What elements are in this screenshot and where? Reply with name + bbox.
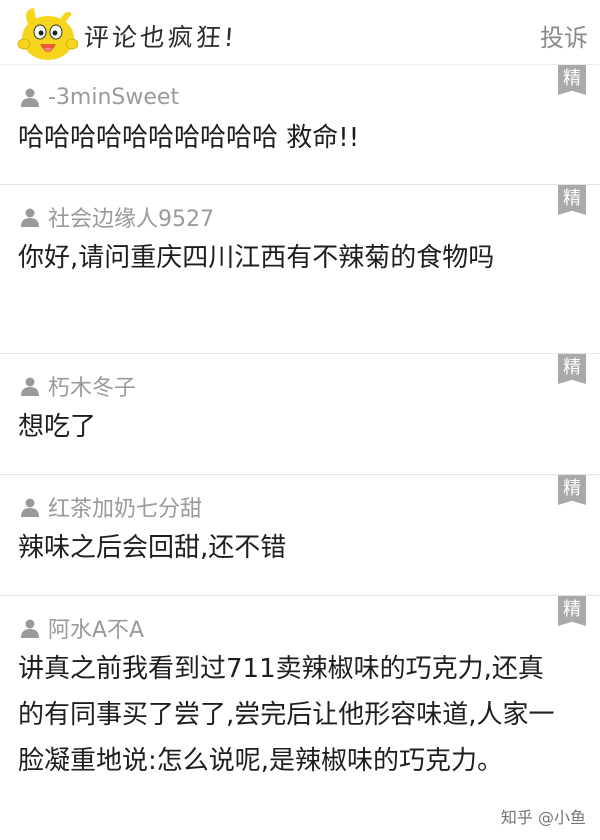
featured-badge: 精 bbox=[558, 354, 586, 384]
username[interactable]: -3minSweet bbox=[48, 85, 179, 110]
comment-text: 哈哈哈哈哈哈哈哈哈哈 救命!! bbox=[18, 123, 360, 153]
comment-text: 辣味之后会回甜,还不错 bbox=[18, 533, 287, 563]
user-icon bbox=[21, 88, 39, 107]
comment-list: 精 -3minSweet 哈哈哈哈哈哈哈哈哈哈 救命!! 精 社会边缘人9527… bbox=[0, 64, 600, 840]
report-button[interactable]: 投诉 bbox=[540, 18, 588, 53]
comment-item: 精 -3minSweet 哈哈哈哈哈哈哈哈哈哈 救命!! bbox=[0, 64, 600, 184]
comment-item: 精 社会边缘人9527 你好,请问重庆四川江西有不辣菊的食物吗 bbox=[0, 184, 600, 353]
username[interactable]: 朽木冬子 bbox=[48, 370, 136, 402]
comment-author: -3minSweet bbox=[18, 79, 586, 115]
page-title: 评论也疯狂! bbox=[82, 23, 238, 52]
user-icon bbox=[21, 619, 39, 638]
user-icon bbox=[21, 377, 39, 396]
comment-text: 想吃了 bbox=[18, 412, 97, 442]
watermark: 知乎 @小鱼 bbox=[500, 808, 586, 827]
username[interactable]: 社会边缘人9527 bbox=[48, 201, 214, 233]
header: 评论也疯狂! 投诉 bbox=[0, 0, 600, 64]
comment-text: 你好,请问重庆四川江西有不辣菊的食物吗 bbox=[18, 243, 495, 273]
featured-badge: 精 bbox=[558, 475, 586, 505]
featured-badge: 精 bbox=[558, 65, 586, 95]
comment-item: 精 朽木冬子 想吃了 bbox=[0, 353, 600, 474]
chick-mascot-icon bbox=[17, 8, 78, 60]
comment-text: 讲真之前我看到过711卖辣椒味的巧克力,还真的有同事买了尝了,尝完后让他形容味道… bbox=[18, 654, 555, 776]
featured-badge: 精 bbox=[558, 596, 586, 626]
comment-item: 精 红茶加奶七分甜 辣味之后会回甜,还不错 bbox=[0, 474, 600, 595]
username[interactable]: 红茶加奶七分甜 bbox=[48, 491, 202, 523]
user-icon bbox=[21, 498, 39, 517]
comment-author: 红茶加奶七分甜 bbox=[18, 489, 586, 525]
comment-author: 朽木冬子 bbox=[18, 368, 586, 404]
featured-badge: 精 bbox=[558, 185, 586, 215]
user-icon bbox=[21, 208, 39, 227]
comment-author: 社会边缘人9527 bbox=[18, 199, 586, 235]
username[interactable]: 阿水A不A bbox=[48, 612, 144, 644]
comment-author: 阿水A不A bbox=[18, 610, 586, 646]
